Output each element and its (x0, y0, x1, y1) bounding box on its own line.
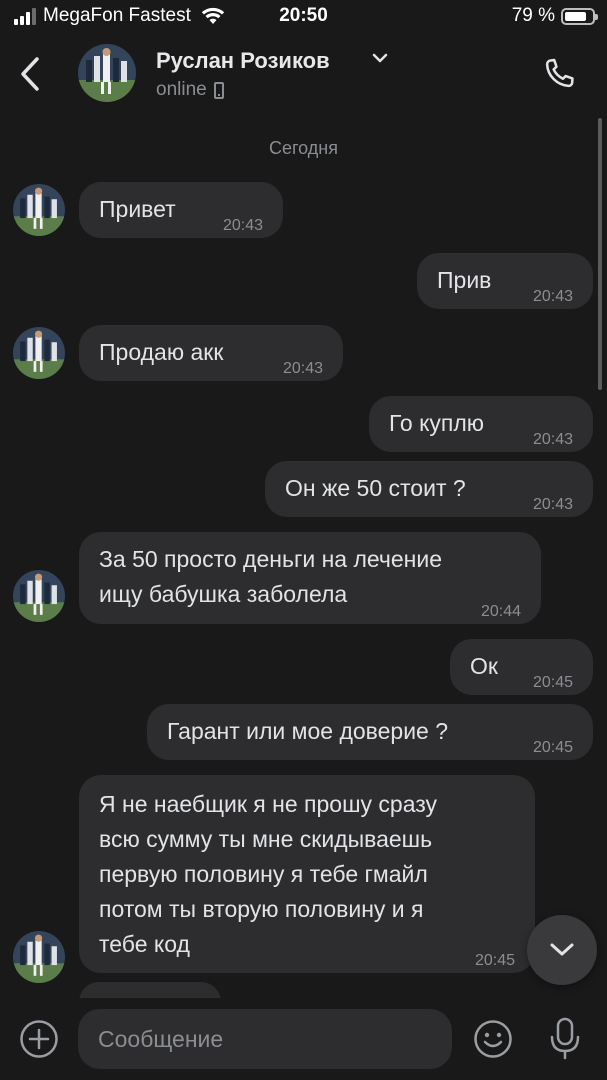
back-button[interactable] (12, 52, 48, 96)
message-text: Продаю акк (99, 339, 224, 365)
battery-icon (561, 7, 598, 25)
microphone-icon (550, 1017, 580, 1060)
message-list[interactable]: Сегодня Привет 20:43 Прив 20:43 Продаю а… (0, 118, 607, 998)
message-text: Гарант или мое доверие ? (167, 718, 449, 744)
message-time: 20:45 (474, 952, 515, 969)
outgoing-message[interactable]: Прив 20:43 (417, 253, 593, 309)
outgoing-message[interactable]: Он же 50 стоит ? 20:43 (265, 461, 593, 517)
sender-avatar[interactable] (13, 931, 65, 983)
message-text: Ок (470, 653, 498, 679)
chat-header: Руслан Розиков online (0, 34, 607, 118)
sender-avatar[interactable] (13, 570, 65, 622)
message-time: 20:45 (532, 739, 573, 756)
plus-circle-icon (20, 1020, 58, 1058)
message-text: Привет (99, 196, 176, 222)
message-time: 20:43 (222, 217, 263, 234)
status-bar: MegaFon Fastest 20:50 79 % (0, 0, 607, 34)
message-input[interactable] (78, 1009, 452, 1069)
message-time: 20:43 (282, 360, 323, 377)
smiley-icon (474, 1020, 512, 1058)
attach-button[interactable] (18, 1018, 60, 1060)
date-separator: Сегодня (269, 138, 338, 158)
composer (0, 998, 607, 1080)
incoming-message[interactable]: Привет 20:43 (79, 182, 283, 238)
sender-avatar[interactable] (13, 184, 65, 236)
status-right: 79 % (511, 5, 598, 27)
voice-message-button[interactable] (544, 1015, 586, 1063)
scroll-to-bottom-button[interactable] (527, 915, 597, 985)
message-time: 20:43 (532, 288, 573, 305)
message-time: 20:44 (480, 603, 521, 620)
message-line: За 50 просто деньги на лечение (99, 546, 443, 572)
chevron-left-icon (21, 57, 39, 91)
message-text: Го куплю (389, 410, 485, 436)
chevron-down-icon (550, 943, 574, 956)
phone-icon (545, 58, 574, 88)
battery-percent: 79 % (511, 5, 555, 26)
message-line: первую половину я тебе гмайл (99, 861, 428, 887)
contact-name[interactable]: Руслан Розиков (156, 48, 330, 74)
message-line: всю сумму ты мне скидываешь (99, 826, 433, 852)
message-line: тебе код (99, 931, 190, 957)
incoming-message[interactable]: Продаю акк 20:43 (79, 325, 343, 381)
message-text: Он же 50 стоит ? (285, 475, 466, 501)
outgoing-message[interactable]: Гарант или мое доверие ? 20:45 (147, 704, 593, 760)
mobile-device-icon (213, 81, 224, 99)
message-time: 20:45 (532, 674, 573, 691)
outgoing-message[interactable]: Ок 20:45 (450, 639, 593, 695)
contact-avatar[interactable] (78, 44, 136, 102)
incoming-message-partial[interactable] (79, 982, 221, 998)
message-text: Прив (437, 267, 492, 293)
message-line: потом ты вторую половину и я (99, 896, 424, 922)
incoming-message[interactable]: За 50 просто деньги на лечение ищу бабуш… (79, 532, 541, 624)
call-button[interactable] (537, 52, 581, 96)
chevron-down-icon[interactable] (371, 52, 389, 64)
message-line: ищу бабушка заболела (99, 581, 348, 607)
message-time: 20:43 (532, 431, 573, 448)
message-time: 20:43 (532, 496, 573, 513)
incoming-message[interactable]: Я не наебщик я не прошу сразу всю сумму … (79, 775, 535, 973)
contact-status: online (156, 79, 224, 101)
sticker-button[interactable] (472, 1018, 514, 1060)
outgoing-message[interactable]: Го куплю 20:43 (369, 396, 593, 452)
sender-avatar[interactable] (13, 327, 65, 379)
message-line: Я не наебщик я не прошу сразу (99, 791, 438, 817)
status-text: online (156, 79, 207, 100)
